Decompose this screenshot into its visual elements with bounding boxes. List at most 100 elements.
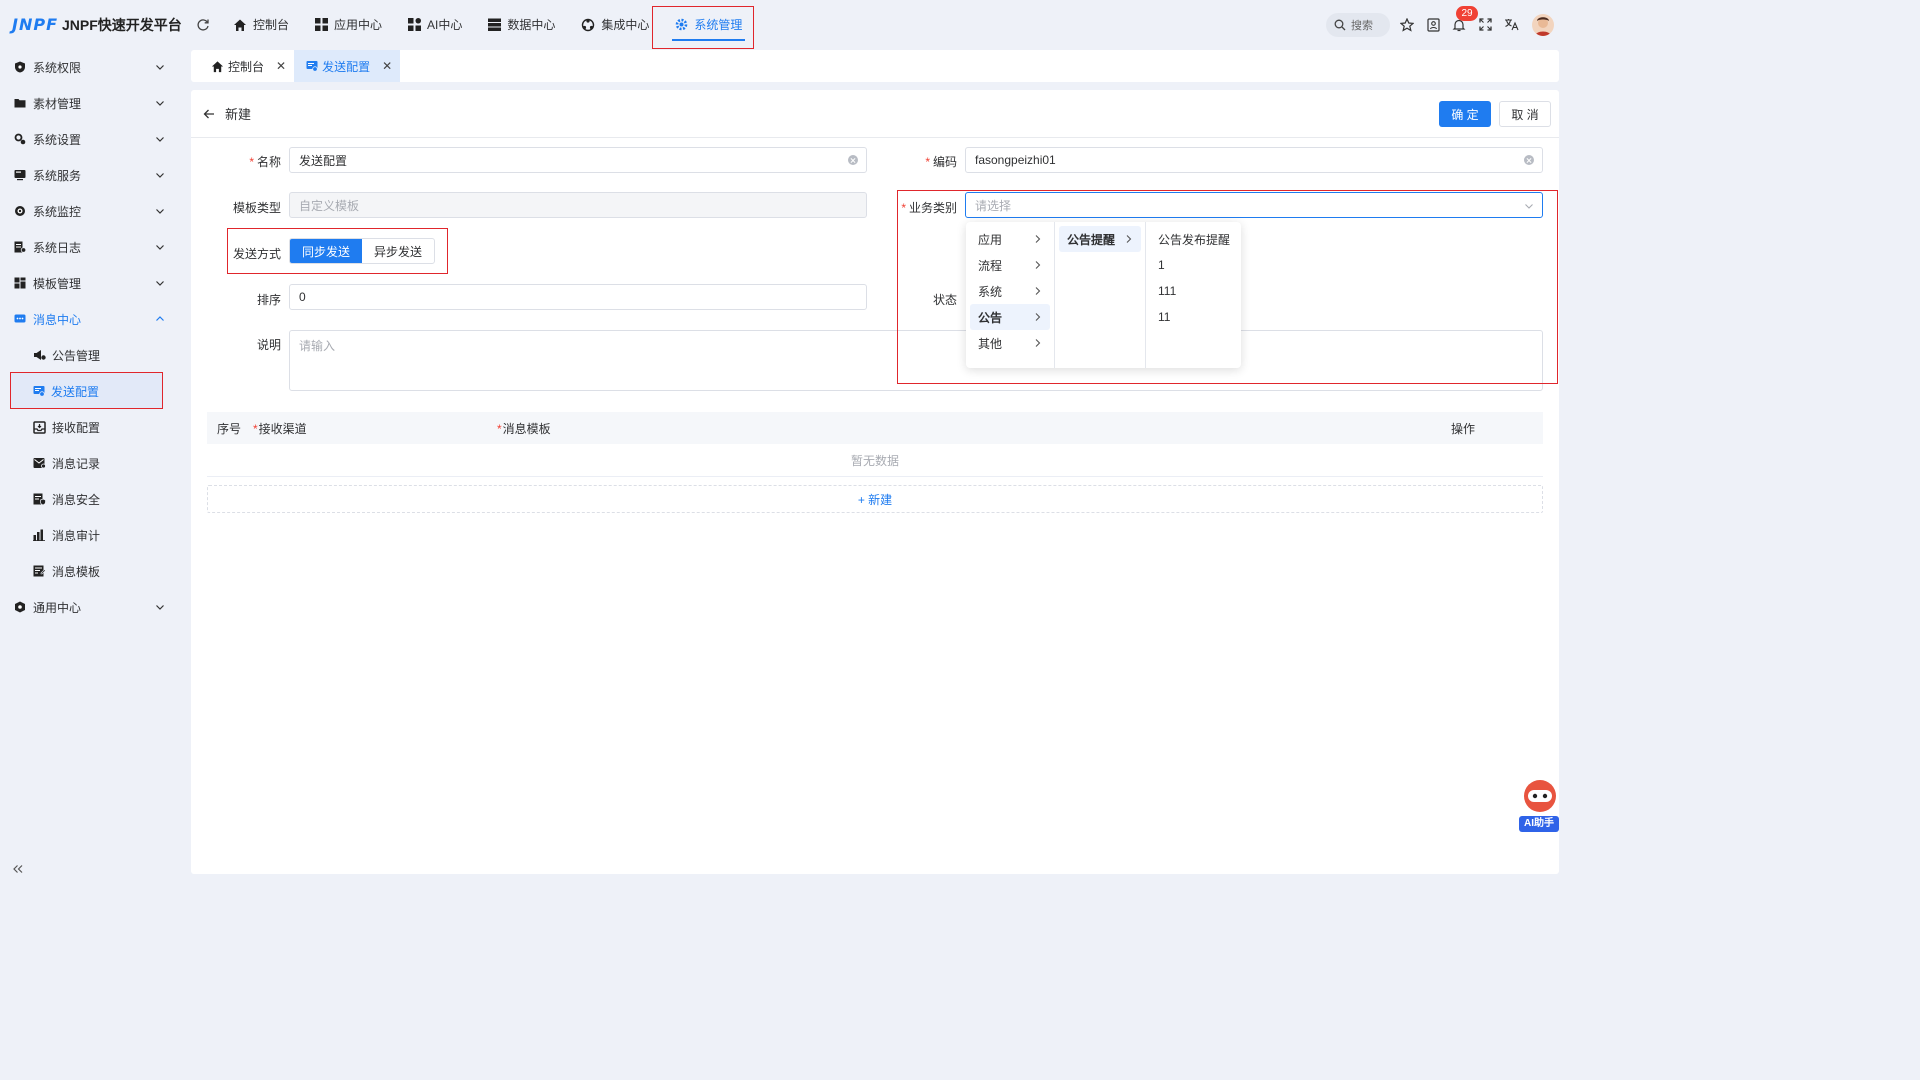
table-header: 序号 *接收渠道 *消息模板 操作 (207, 412, 1543, 444)
gear-icon (675, 18, 688, 31)
category-select[interactable]: 请选择 (965, 192, 1543, 218)
chevron-right-icon (1034, 260, 1042, 270)
topnav-label: 集成中心 (601, 18, 650, 32)
search-icon (1334, 19, 1346, 31)
send-mode-async-button[interactable]: 异步发送 (362, 239, 434, 263)
topnav-data-center[interactable]: 数据中心 (475, 0, 568, 49)
translate-icon[interactable] (1498, 12, 1524, 38)
add-row-button[interactable]: + 新建 (207, 485, 1543, 513)
template-type-input: 自定义模板 (289, 192, 867, 218)
chevron-down-icon (1524, 201, 1534, 211)
sidebar-item-label: 系统日志 (33, 240, 82, 255)
description-textarea[interactable]: 请输入 (289, 330, 1543, 391)
sidebar-subitem-send-config[interactable]: 发送配置 (10, 373, 162, 409)
star-icon[interactable] (1394, 12, 1420, 38)
cascader-column-3: 公告发布提醒 1 111 11 (1146, 222, 1241, 368)
confirm-button[interactable]: 确 定 (1439, 101, 1491, 127)
col-index: 序号 (217, 421, 242, 436)
cascader-option[interactable]: 11 (1150, 304, 1237, 330)
chevron-up-icon (155, 314, 165, 324)
sidebar-item-material-management[interactable]: 素材管理 (0, 85, 183, 121)
top-nav: 控制台 应用中心 AI中心 数据中心 集成中心 系统管理 (220, 0, 755, 49)
sidebar-subitem-message-security[interactable]: 消息安全 (0, 481, 183, 517)
sidebar-item-system-monitoring[interactable]: 系统监控 (0, 193, 183, 229)
sidebar-subitem-announcements[interactable]: 公告管理 (0, 337, 183, 373)
audit-icon (33, 529, 46, 541)
ai-helper-button[interactable]: AI助手 (1517, 778, 1561, 834)
topnav-dashboard[interactable]: 控制台 (220, 0, 302, 49)
panel-header: 新建 确 定 取 消 (191, 90, 1559, 138)
sidebar-subitem-message-audit[interactable]: 消息审计 (0, 517, 183, 553)
cascader-option-selected[interactable]: 公告 (970, 304, 1050, 330)
chevron-down-icon (155, 602, 165, 612)
close-icon[interactable]: ✕ (276, 59, 286, 73)
app-logo[interactable]: JNPF JNPF快速开发平台 (0, 15, 190, 35)
cascader-option[interactable]: 111 (1150, 278, 1237, 304)
sort-input[interactable]: 0 (289, 284, 867, 310)
refresh-icon[interactable] (190, 12, 216, 38)
sidebar-subitem-receive-config[interactable]: 接收配置 (0, 409, 183, 445)
chevron-down-icon (155, 62, 165, 72)
robot-eyes (1528, 790, 1552, 802)
sidebar-item-system-settings[interactable]: 系统设置 (0, 121, 183, 157)
chevron-down-icon (155, 242, 165, 252)
tab-send-config[interactable]: 发送配置 ✕ (294, 50, 401, 82)
sidebar-subitem-label: 公告管理 (52, 348, 101, 363)
sidebar-item-common-center[interactable]: 通用中心 (0, 589, 183, 625)
clear-icon[interactable] (1524, 155, 1534, 165)
cascader-option-selected[interactable]: 公告提醒 (1059, 226, 1141, 252)
top-right-toolbar: 搜索 29 (1326, 0, 1568, 49)
cascader-option[interactable]: 公告发布提醒 (1150, 226, 1237, 252)
receive-config-icon (33, 420, 46, 434)
fullscreen-icon[interactable] (1472, 12, 1498, 38)
user-avatar[interactable] (1532, 13, 1554, 36)
clear-icon[interactable] (848, 155, 858, 165)
sort-label: 排序 (256, 293, 281, 307)
sidebar-item-message-center[interactable]: 消息中心 (0, 301, 183, 337)
cascader-option[interactable]: 系统 (970, 278, 1050, 304)
name-input[interactable]: 发送配置 (289, 147, 867, 173)
collapse-sidebar-icon[interactable] (12, 864, 24, 874)
bell-icon[interactable]: 29 (1446, 5, 1478, 38)
sidebar-subitem-label: 消息审计 (52, 528, 101, 543)
cascader-option[interactable]: 其他 (970, 330, 1050, 356)
topnav-label: 控制台 (253, 18, 290, 32)
sidebar-item-template-management[interactable]: 模板管理 (0, 265, 183, 301)
chevron-right-icon (1034, 338, 1042, 348)
topnav-integration-center[interactable]: 集成中心 (568, 0, 662, 49)
sidebar-item-system-permissions[interactable]: 系统权限 (0, 49, 183, 85)
sidebar-subitem-message-records[interactable]: 消息记录 (0, 445, 183, 481)
tab-label: 发送配置 (322, 59, 371, 74)
common-icon (14, 601, 26, 613)
topnav-ai-center[interactable]: AI中心 (395, 0, 475, 49)
database-icon (488, 18, 502, 31)
cancel-button[interactable]: 取 消 (1499, 101, 1551, 127)
sidebar-subitem-label: 消息记录 (52, 456, 101, 471)
send-mode-sync-button[interactable]: 同步发送 (290, 239, 363, 263)
sidebar-subitem-label: 接收配置 (52, 420, 101, 435)
message-icon (14, 313, 26, 325)
cascader-option[interactable]: 流程 (970, 252, 1050, 278)
code-input[interactable]: fasongpeizhi01 (965, 147, 1543, 173)
search-box[interactable]: 搜索 (1326, 12, 1390, 37)
chevron-down-icon (155, 170, 165, 180)
record-icon (33, 457, 46, 469)
settings-icon (14, 133, 26, 145)
security-icon (33, 493, 46, 505)
template-type-label: 模板类型 (232, 201, 281, 215)
sidebar-item-label: 系统监控 (33, 204, 82, 219)
monitor-icon (14, 205, 26, 217)
sidebar-item-system-logs[interactable]: 系统日志 (0, 229, 183, 265)
sidebar-subitem-message-templates[interactable]: 消息模板 (0, 553, 183, 589)
back-arrow-icon[interactable] (199, 104, 219, 124)
topnav-app-center[interactable]: 应用中心 (302, 0, 395, 49)
close-icon[interactable]: ✕ (382, 59, 392, 73)
cascader-option[interactable]: 应用 (970, 226, 1050, 252)
cascader-option[interactable]: 1 (1150, 252, 1237, 278)
sidebar-item-system-services[interactable]: 系统服务 (0, 157, 183, 193)
name-label: * 名称 (249, 155, 281, 169)
topnav-system-management[interactable]: 系统管理 (662, 0, 755, 49)
sidebar-subitem-label: 消息安全 (52, 492, 101, 507)
tab-dashboard[interactable]: 控制台 ✕ (191, 50, 294, 82)
contacts-icon[interactable] (1420, 12, 1446, 38)
